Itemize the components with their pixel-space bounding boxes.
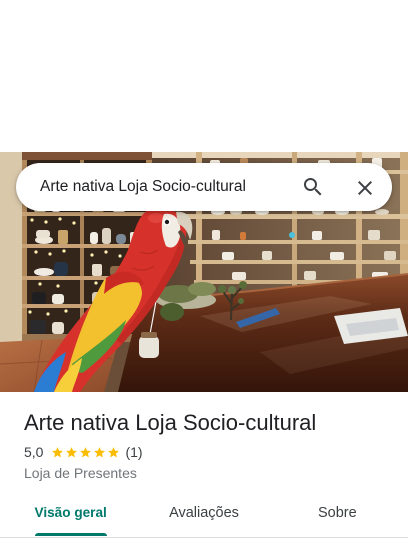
tab-about-label: Sobre (317, 505, 357, 521)
star-icon (80, 446, 92, 457)
map-area[interactable] (0, 0, 408, 152)
star-icon (94, 446, 106, 457)
star-icon (52, 446, 64, 457)
close-icon[interactable] (353, 176, 377, 200)
star-icon (66, 446, 78, 457)
tab-overview-label: Visão geral (34, 505, 107, 520)
rating-row: 5,0 (1) (24, 443, 143, 461)
tab-reviews-inner: Avaliações (169, 503, 239, 523)
tab-about-inner: Sobre (318, 503, 357, 523)
tab-reviews-label: Avaliações (169, 505, 239, 521)
review-count[interactable]: (1) (125, 444, 142, 460)
tab-about[interactable]: Sobre (271, 490, 404, 537)
tab-overview-inner: Visão geral (34, 503, 107, 536)
tab-overview[interactable]: Visão geral (4, 490, 137, 537)
search-bar[interactable]: Arte nativa Loja Socio-cultural (16, 163, 392, 211)
search-icon[interactable] (301, 175, 325, 199)
star-rating (51, 446, 121, 459)
search-input[interactable]: Arte nativa Loja Socio-cultural (40, 163, 246, 211)
active-tab-indicator (34, 533, 107, 536)
tab-divider (0, 537, 408, 538)
close-icon-graphic (358, 181, 372, 195)
rating-value: 5,0 (24, 444, 44, 460)
star-icon (108, 446, 120, 457)
tab-bar: Visão geral Avaliações Sobre (4, 490, 404, 537)
search-icon-graphic (304, 178, 322, 196)
place-category[interactable]: Loja de Presentes (24, 464, 137, 482)
place-title: Arte nativa Loja Socio-cultural (24, 410, 317, 435)
tab-reviews[interactable]: Avaliações (137, 490, 270, 537)
